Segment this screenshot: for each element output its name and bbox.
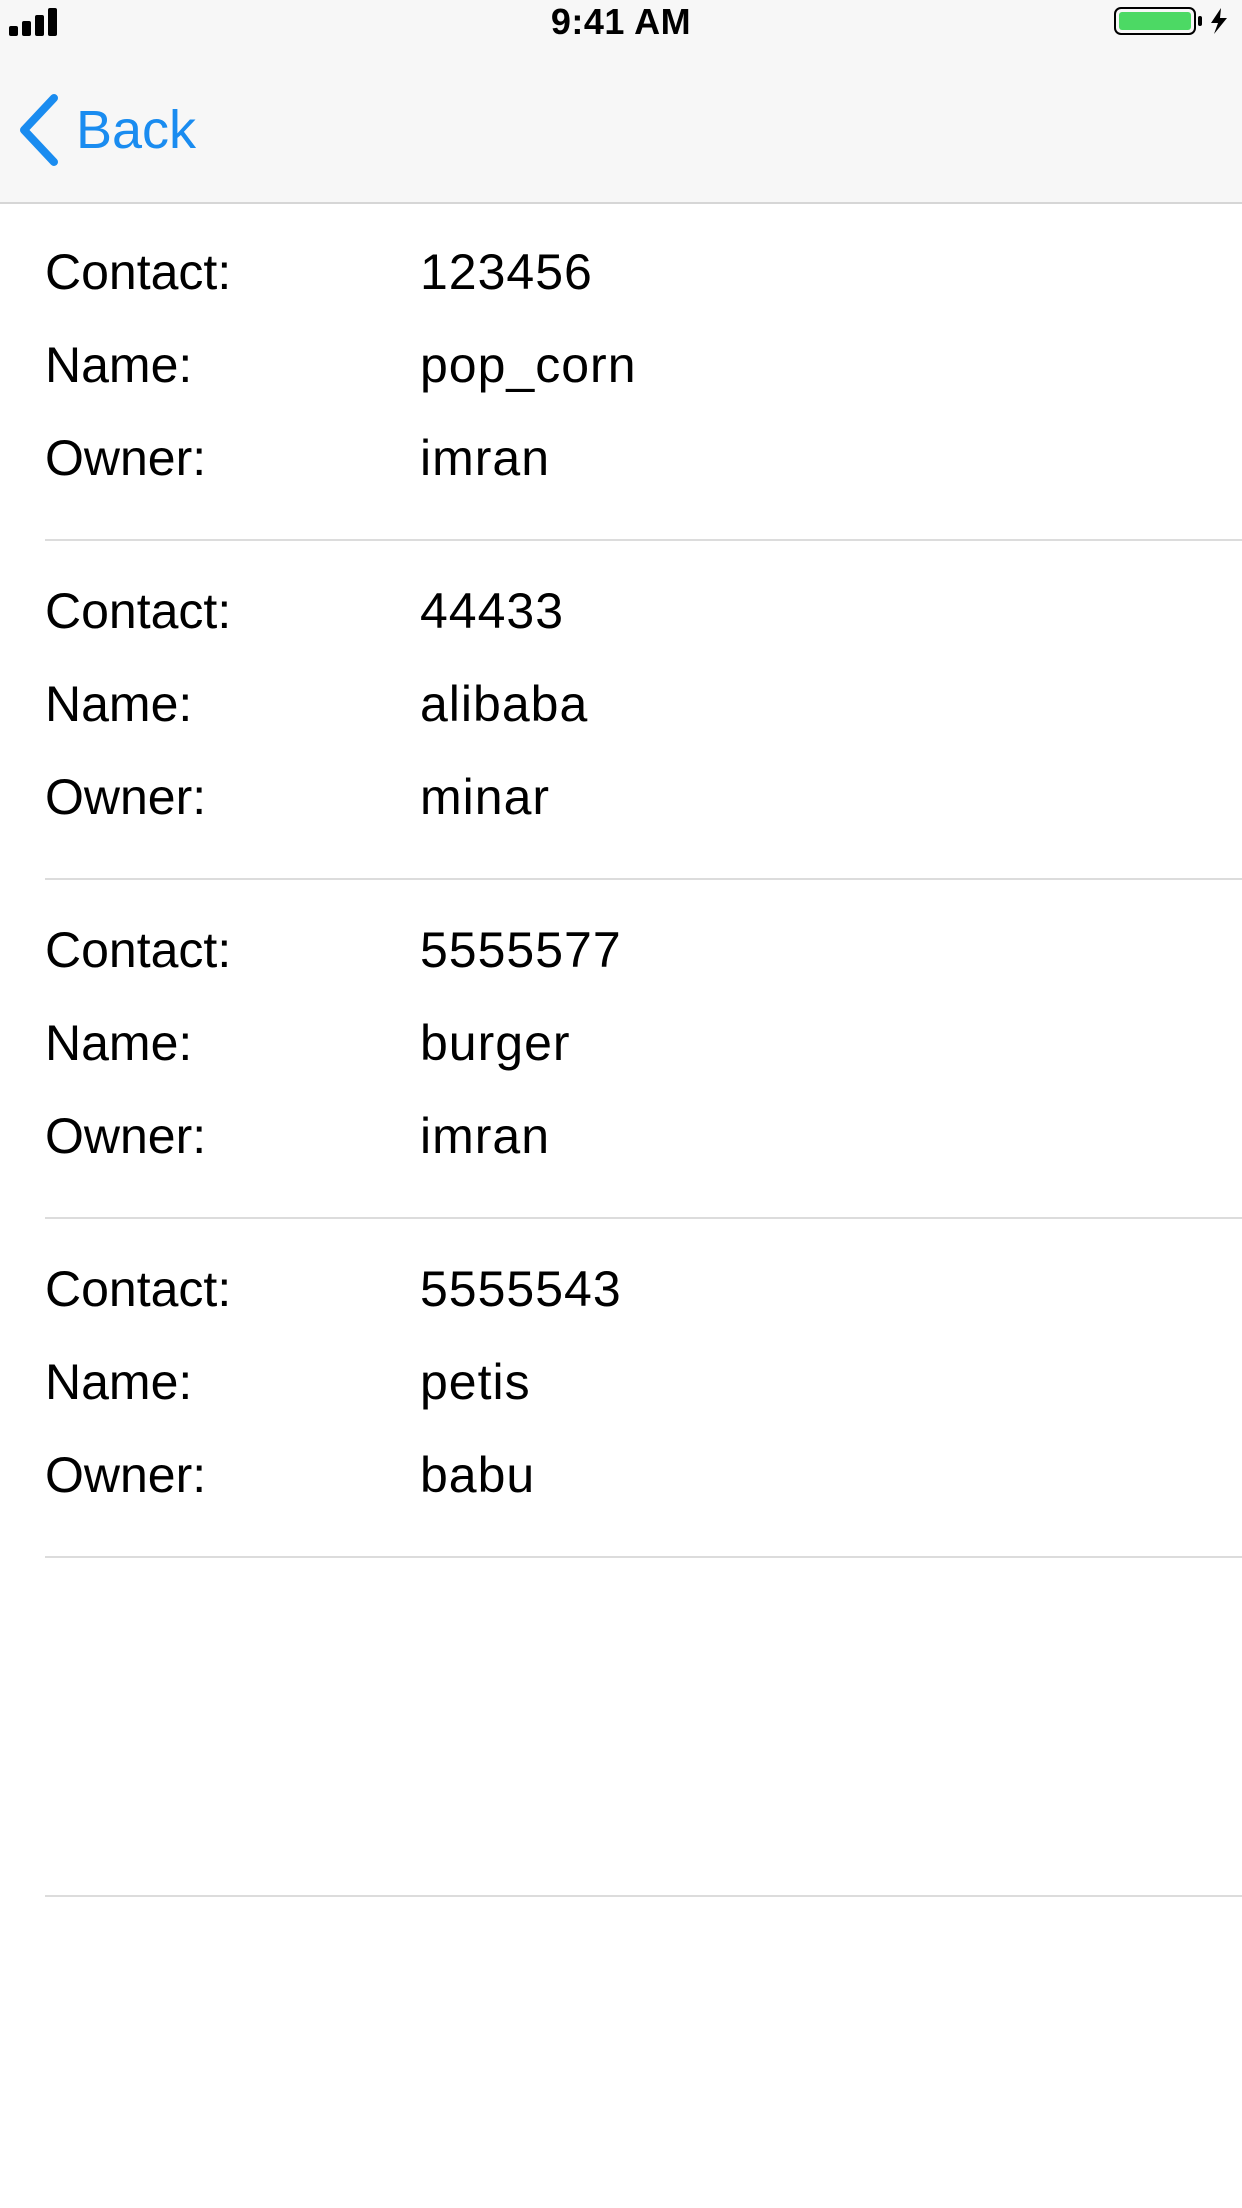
name-value: alibaba <box>420 676 589 732</box>
chevron-left-icon <box>20 94 58 166</box>
contact-value: 5555543 <box>420 1261 622 1317</box>
contact-value: 44433 <box>420 583 565 639</box>
name-value: burger <box>420 1015 571 1071</box>
battery-charging-icon <box>1114 7 1227 35</box>
name-row: Name: pop_corn <box>45 332 1242 398</box>
owner-label: Owner: <box>45 1108 207 1164</box>
list-item[interactable]: Contact: 5555577 Name: burger Owner: imr… <box>45 880 1242 1219</box>
contact-label: Contact: <box>45 583 232 639</box>
name-label: Name: <box>45 676 193 732</box>
contact-row: Contact: 44433 <box>45 578 1242 644</box>
owner-row: Owner: imran <box>45 1103 1242 1169</box>
contact-label: Contact: <box>45 244 232 300</box>
owner-value: babu <box>420 1447 536 1503</box>
name-row: Name: alibaba <box>45 671 1242 737</box>
back-label: Back <box>76 100 197 160</box>
empty-list-row <box>45 1558 1242 1897</box>
contact-row: Contact: 5555543 <box>45 1256 1242 1322</box>
navigation-header: 9:41 AM Back <box>0 0 1242 204</box>
contact-row: Contact: 5555577 <box>45 917 1242 983</box>
owner-value: imran <box>420 1108 551 1164</box>
name-label: Name: <box>45 337 193 393</box>
status-bar: 9:41 AM <box>0 0 1242 44</box>
owner-value: imran <box>420 430 551 486</box>
owner-label: Owner: <box>45 430 207 486</box>
name-label: Name: <box>45 1015 193 1071</box>
owner-row: Owner: minar <box>45 764 1242 830</box>
name-row: Name: petis <box>45 1349 1242 1415</box>
name-row: Name: burger <box>45 1010 1242 1076</box>
screen: 9:41 AM Back Contact: 123456 Name: pop_c… <box>0 0 1242 2208</box>
list-item[interactable]: Contact: 123456 Name: pop_corn Owner: im… <box>45 202 1242 541</box>
list-item[interactable]: Contact: 44433 Name: alibaba Owner: mina… <box>45 541 1242 880</box>
list-item[interactable]: Contact: 5555543 Name: petis Owner: babu <box>45 1219 1242 1558</box>
contact-label: Contact: <box>45 922 232 978</box>
name-value: pop_corn <box>420 337 637 393</box>
contact-row: Contact: 123456 <box>45 239 1242 305</box>
contact-label: Contact: <box>45 1261 232 1317</box>
name-value: petis <box>420 1354 531 1410</box>
owner-label: Owner: <box>45 769 207 825</box>
contact-value: 5555577 <box>420 922 622 978</box>
status-time: 9:41 AM <box>550 1 692 42</box>
navbar: Back <box>0 60 1242 200</box>
contact-value: 123456 <box>420 244 593 300</box>
name-label: Name: <box>45 1354 193 1410</box>
owner-row: Owner: imran <box>45 425 1242 491</box>
restaurant-list[interactable]: Contact: 123456 Name: pop_corn Owner: im… <box>0 202 1242 1897</box>
owner-value: minar <box>420 769 551 825</box>
owner-row: Owner: babu <box>45 1442 1242 1508</box>
back-button[interactable]: Back <box>16 90 196 170</box>
owner-label: Owner: <box>45 1447 207 1503</box>
